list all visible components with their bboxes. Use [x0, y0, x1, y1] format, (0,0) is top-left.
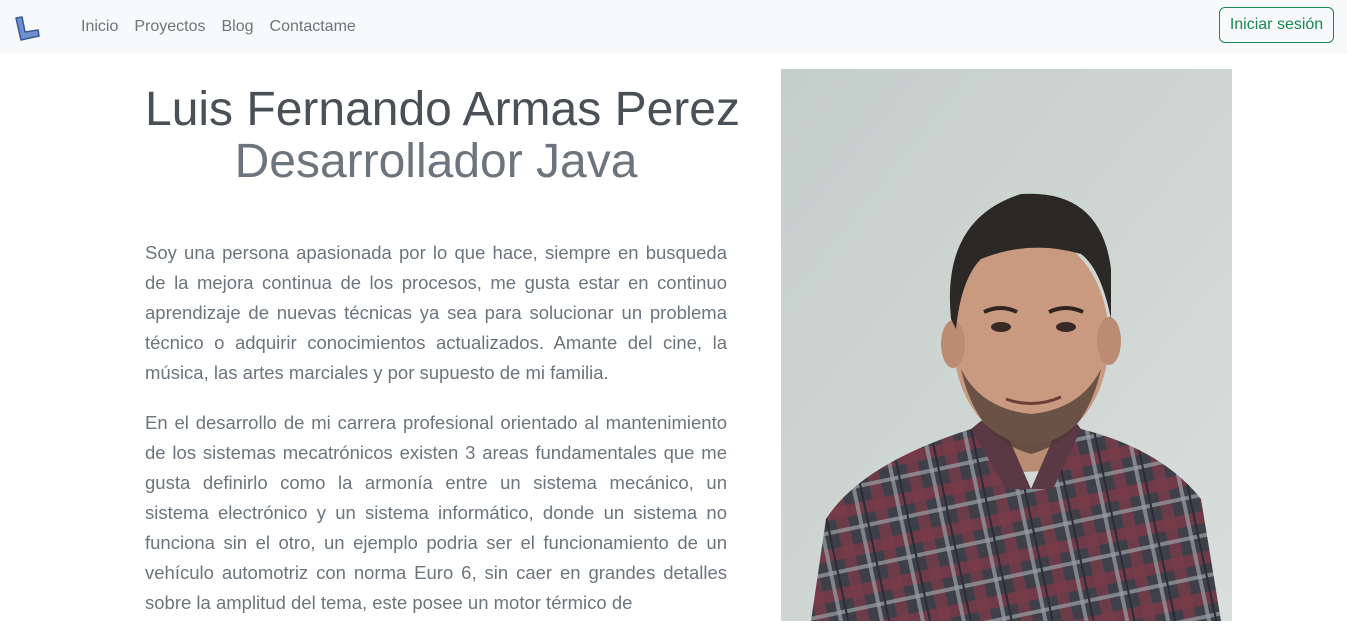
navbar: Inicio Proyectos Blog Contactame Iniciar…	[0, 0, 1347, 54]
hero-title: Luis Fernando Armas Perez Desarrollador …	[145, 83, 740, 188]
nav-link-blog[interactable]: Blog	[222, 18, 254, 36]
person-role: Desarrollador Java	[234, 135, 638, 188]
nav-link-proyectos[interactable]: Proyectos	[134, 18, 205, 36]
nav-link-inicio[interactable]: Inicio	[81, 18, 118, 36]
about-paragraph: Soy una persona apasionada por lo que ha…	[145, 242, 727, 383]
nav-link-contactame[interactable]: Contactame	[270, 18, 356, 36]
about-text: Soy una persona apasionada por lo que ha…	[145, 238, 727, 638]
profile-photo	[781, 69, 1232, 621]
person-name: Luis Fernando Armas Perez	[145, 83, 740, 136]
login-button[interactable]: Iniciar sesión	[1219, 7, 1334, 43]
about-paragraph: En el desarrollo de mi carrera profesion…	[145, 412, 727, 613]
profile-photo-illustration	[781, 69, 1232, 621]
nav-links: Inicio Proyectos Blog Contactame	[81, 0, 372, 54]
brand-logo-icon[interactable]	[12, 14, 42, 42]
